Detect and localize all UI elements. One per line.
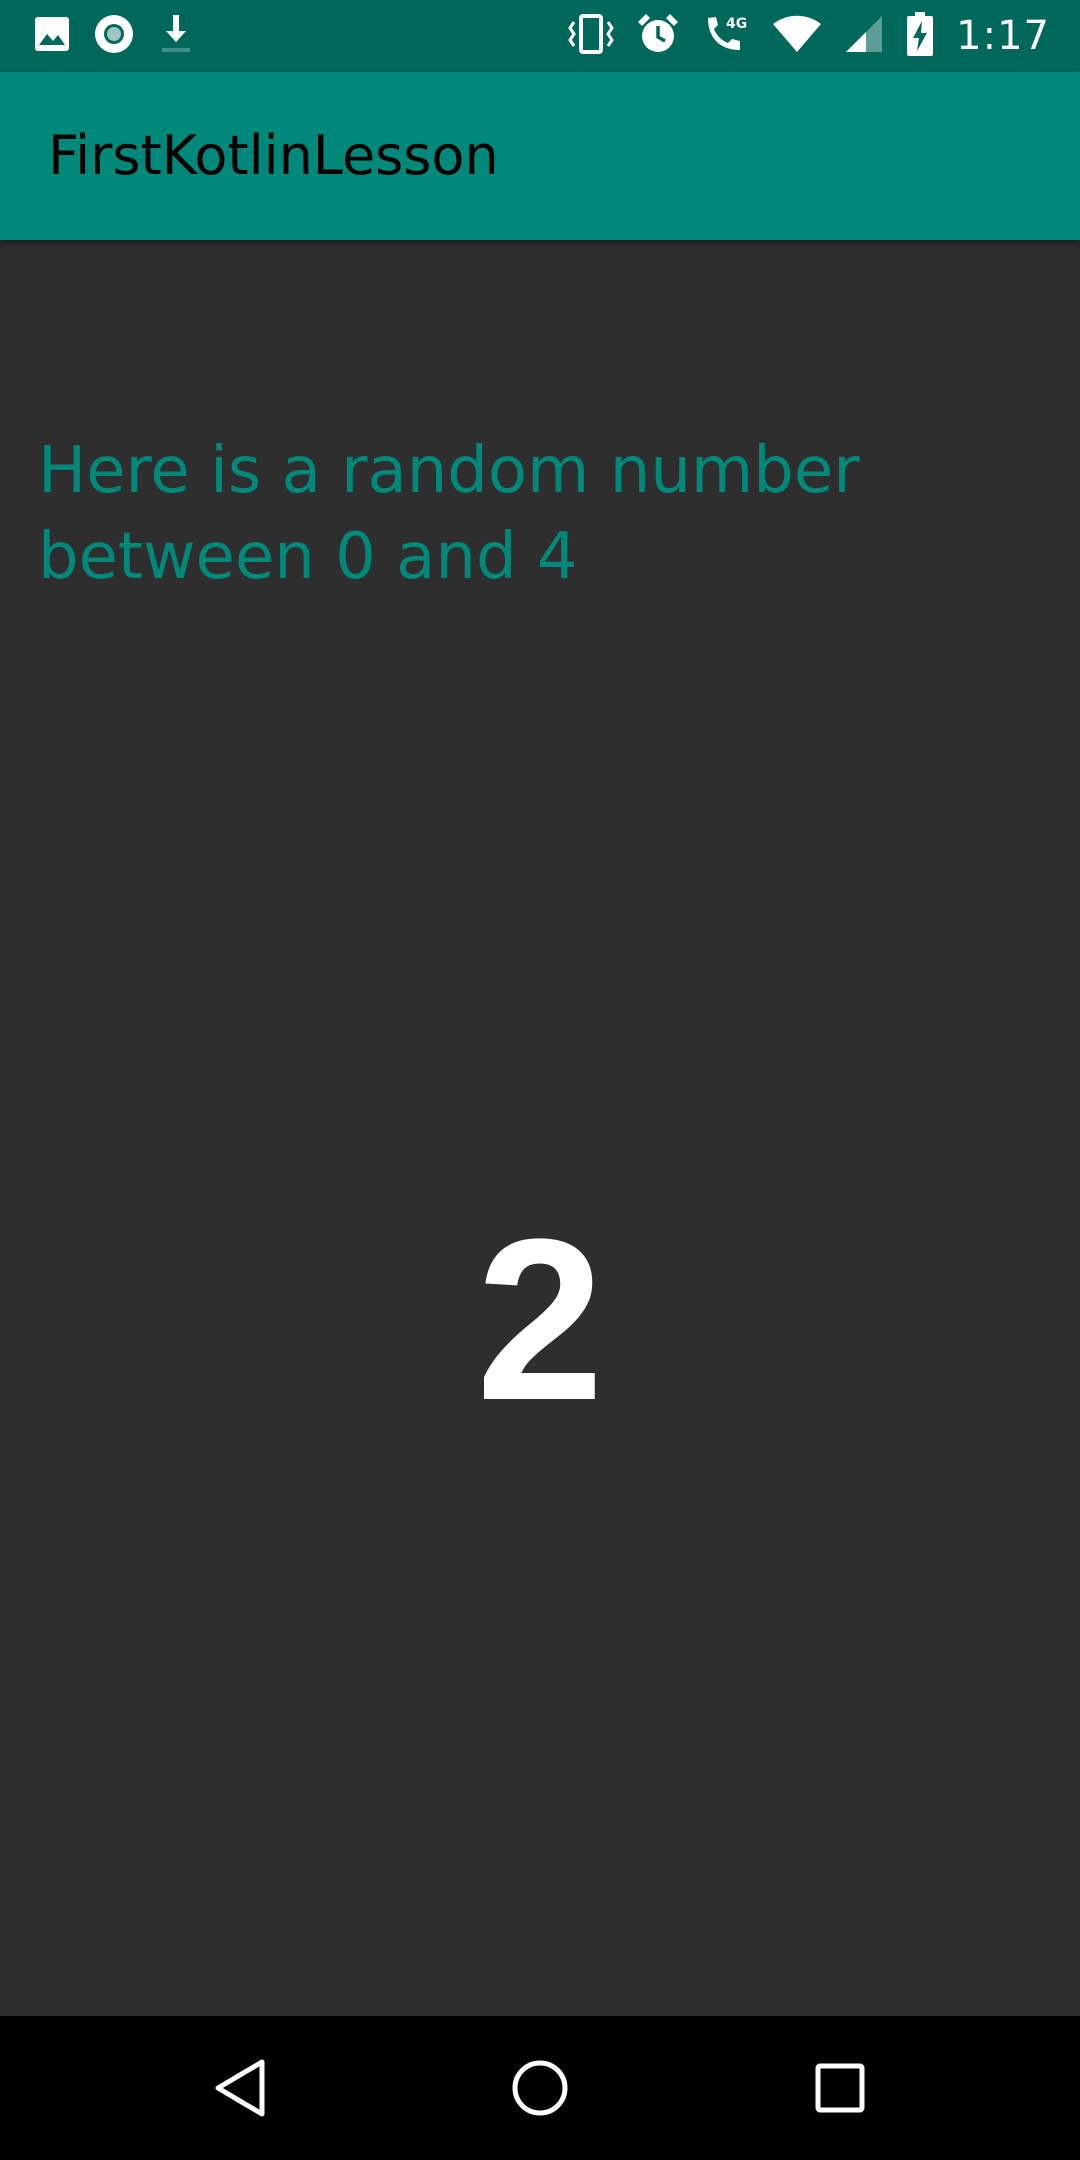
notification-icons xyxy=(34,14,194,58)
battery-charging-icon xyxy=(906,11,934,62)
recents-button[interactable] xyxy=(800,2048,880,2128)
home-button[interactable] xyxy=(500,2048,580,2128)
system-status-icons: 4G 1:17 xyxy=(568,10,1050,62)
network-type-label: 4G xyxy=(726,16,747,32)
home-icon xyxy=(512,2060,568,2116)
status-bar: 4G 1:17 xyxy=(0,0,1080,72)
recents-icon xyxy=(815,2063,865,2113)
alarm-icon xyxy=(636,12,680,61)
status-clock: 1:17 xyxy=(956,13,1050,59)
image-icon xyxy=(34,16,70,57)
app-bar: FirstKotlinLesson xyxy=(0,72,1080,240)
random-number-display: 2 xyxy=(476,1191,604,1448)
navigation-bar xyxy=(0,2016,1080,2160)
vibrate-icon xyxy=(568,12,614,61)
wifi-call-icon: 4G xyxy=(702,12,750,61)
back-icon xyxy=(215,2059,265,2117)
back-button[interactable] xyxy=(200,2048,280,2128)
circle-record-icon xyxy=(94,14,134,59)
app-screen: 4G 1:17 FirstKotlinLesson Here is a rand… xyxy=(0,0,1080,2160)
app-title: FirstKotlinLesson xyxy=(48,124,499,187)
prompt-text: Here is a random number between 0 and 4 xyxy=(38,434,860,594)
wifi-icon xyxy=(772,14,822,59)
cellular-signal-icon xyxy=(844,14,884,59)
download-icon xyxy=(158,13,194,60)
